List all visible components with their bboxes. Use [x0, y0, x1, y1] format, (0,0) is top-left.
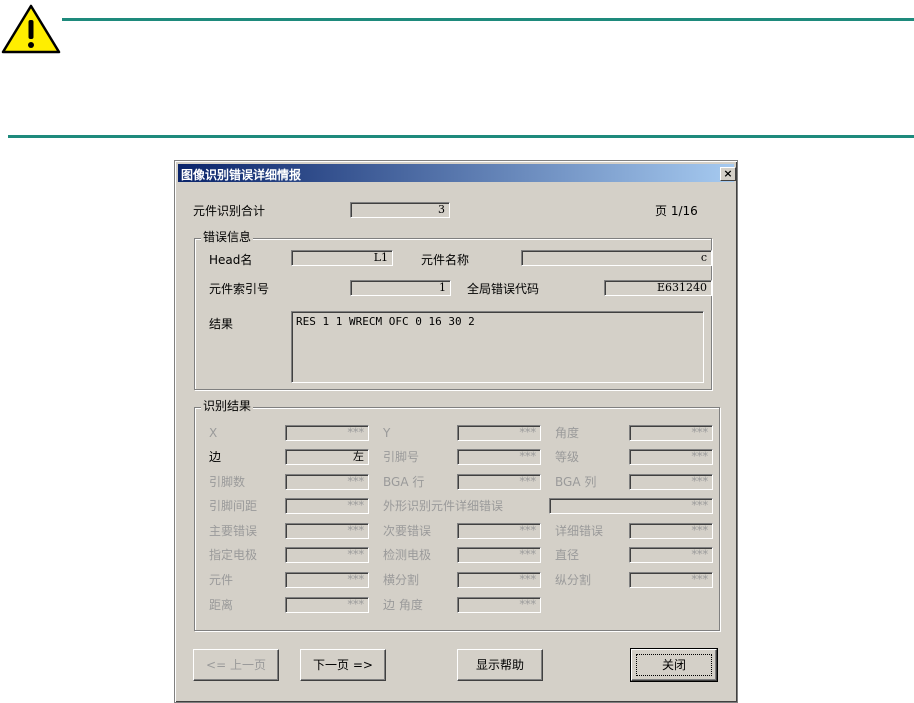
close-icon[interactable]: × [720, 167, 736, 181]
focus-rect [636, 654, 712, 676]
outline-error-field: *** [549, 498, 713, 514]
detail-error-field: *** [629, 523, 713, 539]
horizontal-split-label: 横分割 [383, 573, 420, 587]
global-code-field: E631240 [604, 280, 712, 296]
pin-number-label: 引脚号 [383, 450, 420, 464]
component-name-field: c [521, 250, 712, 266]
side-field: 左 [285, 449, 369, 465]
minor-error-field: *** [457, 523, 541, 539]
vertical-split-label: 纵分割 [555, 573, 592, 587]
next-page-button[interactable]: 下一页 => [300, 649, 386, 681]
bga-col-field: *** [629, 474, 713, 490]
x-field: *** [285, 425, 369, 441]
recognition-result-title: 识别结果 [201, 399, 254, 413]
angle-field: *** [629, 425, 713, 441]
diameter-label: 直径 [555, 548, 580, 562]
detected-electrode-label: 检测电极 [383, 548, 432, 562]
title-bar[interactable]: 图像识别错误详细情报 × [178, 164, 736, 182]
vertical-split-field: *** [629, 572, 713, 588]
prev-page-button[interactable]: <= 上一页 [193, 649, 279, 681]
angle-label: 角度 [555, 426, 580, 440]
outline-error-label: 外形识别元件详细错误 [383, 499, 504, 513]
pin-count-label: 引脚数 [209, 475, 246, 489]
top-divider [62, 18, 914, 21]
major-error-field: *** [285, 523, 369, 539]
component-label: 元件 [209, 573, 234, 587]
global-code-label: 全局错误代码 [467, 282, 540, 296]
error-info-title: 错误信息 [201, 230, 254, 244]
page-indicator: 页 1/16 [655, 204, 698, 218]
bga-row-label: BGA 行 [383, 475, 425, 489]
total-label: 元件识别合计 [193, 204, 266, 218]
pin-number-field: *** [457, 449, 541, 465]
result-memo: RES 1 1 WRECM OFC 0 16 30 2 [291, 311, 704, 383]
result-label: 结果 [209, 317, 234, 331]
warning-icon [1, 4, 61, 54]
bottom-divider [8, 135, 914, 138]
x-label: X [209, 426, 218, 440]
head-field: L1 [291, 250, 393, 266]
distance-label: 距离 [209, 598, 234, 612]
side-angle-label: 边 角度 [383, 598, 423, 612]
distance-field: *** [285, 597, 369, 613]
major-error-label: 主要错误 [209, 524, 258, 538]
dialog-title: 图像识别错误详细情报 [181, 168, 302, 182]
grade-field: *** [629, 449, 713, 465]
grade-label: 等级 [555, 450, 580, 464]
side-angle-field: *** [457, 597, 541, 613]
y-field: *** [457, 425, 541, 441]
minor-error-label: 次要错误 [383, 524, 432, 538]
index-label: 元件索引号 [209, 282, 270, 296]
bga-col-label: BGA 列 [555, 475, 597, 489]
error-detail-dialog: 图像识别错误详细情报 × 元件识别合计 3 页 1/16 错误信息 Head名 … [174, 160, 738, 703]
specified-electrode-field: *** [285, 547, 369, 563]
bga-row-field: *** [457, 474, 541, 490]
horizontal-split-field: *** [457, 572, 541, 588]
diameter-field: *** [629, 547, 713, 563]
component-field: *** [285, 572, 369, 588]
index-field: 1 [350, 280, 451, 296]
pin-count-field: *** [285, 474, 369, 490]
component-name-label: 元件名称 [421, 253, 470, 267]
show-help-button[interactable]: 显示帮助 [457, 649, 543, 681]
detail-error-label: 详细错误 [555, 524, 604, 538]
total-field: 3 [350, 202, 450, 218]
head-label: Head名 [209, 253, 253, 267]
specified-electrode-label: 指定电极 [209, 548, 258, 562]
close-button[interactable]: 关闭 [630, 648, 718, 682]
y-label: Y [383, 426, 391, 440]
pin-pitch-field: *** [285, 498, 369, 514]
detected-electrode-field: *** [457, 547, 541, 563]
side-label: 边 [209, 450, 222, 464]
pin-pitch-label: 引脚间距 [209, 499, 258, 513]
